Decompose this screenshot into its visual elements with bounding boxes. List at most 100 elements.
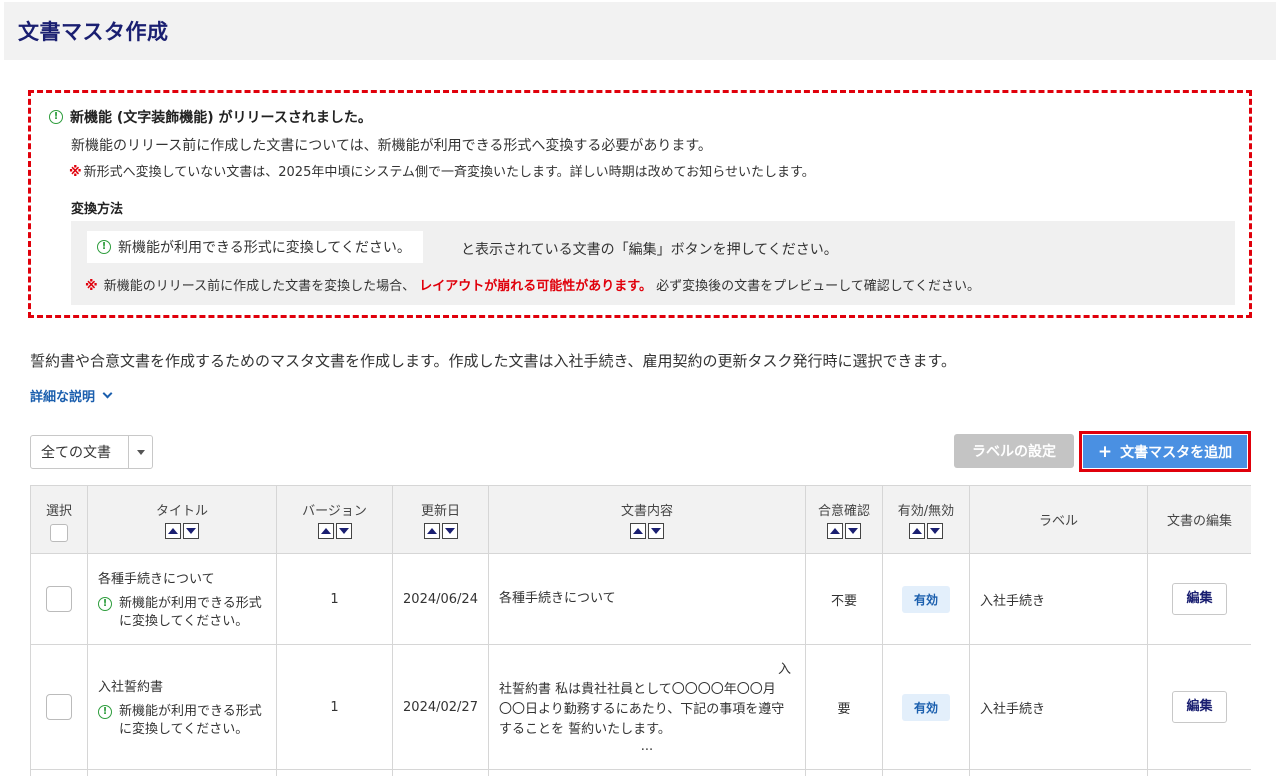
convert-note-line1: 新機能が利用できる形式 — [119, 703, 262, 719]
caution-text: ※ 新機能のリリース前に作成した文書を変換した場合、 レイアウトが崩れる可能性が… — [85, 275, 980, 294]
caret-up-icon — [168, 528, 178, 534]
table-row: 入社誓約書 ! 新機能が利用できる形式 に変換してください。 1 2024/02… — [30, 644, 1251, 770]
release-notice: ! 新機能 (文字装飾機能) がリリースされました。 新機能のリリース前に作成し… — [28, 90, 1252, 318]
convert-chip-text: 新機能が利用できる形式に変換してください。 — [118, 240, 411, 256]
sort-asc-button[interactable] — [827, 523, 843, 539]
caret-down-icon — [136, 449, 145, 455]
row-cell — [392, 769, 489, 776]
convert-note-text: 新機能が利用できる形式 に変換してください。 — [119, 595, 262, 631]
doc-title: 各種手続きについて — [98, 571, 215, 587]
caret-down-icon — [848, 528, 858, 534]
header-title: タイトル — [87, 485, 277, 554]
content-line: 入 — [777, 662, 791, 677]
notice-headline-row: ! 新機能 (文字装飾機能) がリリースされました。 — [49, 107, 372, 127]
content-cell: 各種手続きについて — [488, 553, 806, 645]
sort-desc-button[interactable] — [927, 523, 943, 539]
sort-controls — [489, 523, 805, 539]
caution-red: レイアウトが崩れる可能性があります。 — [419, 279, 652, 294]
add-master-label: 文書マスタを追加 — [1120, 444, 1233, 461]
sort-asc-button[interactable] — [909, 523, 925, 539]
header-content: 文書内容 — [488, 485, 806, 554]
sort-asc-button[interactable] — [423, 523, 440, 539]
header-updated: 更新日 — [392, 485, 489, 554]
row-cell — [87, 769, 277, 776]
sort-desc-button[interactable] — [183, 523, 199, 539]
caret-down-icon — [651, 528, 661, 534]
sort-desc-button[interactable] — [335, 523, 352, 539]
caret-up-icon — [426, 528, 437, 534]
info-circle-icon: ! — [98, 596, 112, 611]
caret-up-icon — [912, 528, 922, 534]
convert-note-line2: に変換してください。 — [119, 721, 249, 737]
header-version-label: バージョン — [302, 504, 367, 519]
detail-toggle-link[interactable]: 詳細な説明 — [30, 386, 113, 405]
add-master-highlight: + 文書マスタを追加 — [1079, 431, 1251, 472]
header-updated-label: 更新日 — [420, 504, 460, 519]
consent-cell: 要 — [805, 644, 883, 770]
table-row — [30, 769, 1251, 776]
sort-desc-button[interactable] — [648, 523, 664, 539]
plus-icon: + — [1097, 441, 1113, 462]
header-consent: 合意確認 — [805, 485, 883, 554]
doc-title: 入社誓約書 — [98, 679, 164, 695]
row-cell — [276, 769, 393, 776]
caret-up-icon — [830, 528, 840, 534]
page-title: 文書マスタ作成 — [18, 20, 169, 44]
content-ellipsis: ... — [640, 739, 654, 754]
sort-asc-button[interactable] — [165, 523, 181, 539]
caret-down-icon — [338, 528, 349, 534]
notice-line1: 新機能のリリース前に作成した文書については、新機能が利用できる形式へ変換する必要… — [71, 138, 712, 154]
dropdown-toggle[interactable] — [128, 436, 152, 468]
sort-asc-button[interactable] — [317, 523, 334, 539]
table-header-row: 選択 タイトル バージョン 更新日 文書内容 合意確認 有効/無効 ラベル 文書… — [30, 485, 1251, 554]
version-cell: 1 — [276, 553, 393, 645]
page-header: 文書マスタ作成 — [4, 2, 1276, 60]
version-cell: 1 — [276, 644, 393, 770]
header-status: 有効/無効 — [882, 485, 970, 554]
row-checkbox[interactable] — [46, 586, 72, 612]
edit-button[interactable]: 編集 — [1172, 583, 1227, 615]
edit-button[interactable]: 編集 — [1172, 691, 1227, 723]
content-line: 〇〇日より勤務するにあたり、下記の事項を遵守 — [499, 702, 785, 717]
header-edit: 文書の編集 — [1147, 485, 1251, 554]
sort-desc-button[interactable] — [845, 523, 861, 539]
sort-controls — [393, 523, 488, 539]
row-cell — [30, 769, 88, 776]
sort-controls — [806, 523, 882, 539]
method-text: と表示されている文書の「編集」ボタンを押してください。 — [461, 242, 838, 258]
notice-line2: ※ 新形式へ変換していない文書は、2025年中頃にシステム側で一斉変換いたします。… — [69, 161, 815, 180]
chevron-down-icon — [102, 388, 113, 399]
select-all-checkbox[interactable] — [50, 524, 68, 542]
sort-controls — [883, 523, 969, 539]
sort-desc-button[interactable] — [441, 523, 458, 539]
caret-down-icon — [444, 528, 455, 534]
status-badge: 有効 — [901, 585, 950, 613]
kome-mark: ※ — [69, 165, 82, 180]
header-version: バージョン — [276, 485, 393, 554]
caret-up-icon — [320, 528, 331, 534]
updated-cell: 2024/06/24 — [392, 553, 489, 645]
edit-cell: 編集 — [1147, 644, 1251, 770]
content-cell: 入 社誓約書 私は貴社社員として〇〇〇〇年〇〇月 〇〇日より勤務するにあたり、下… — [488, 644, 806, 770]
row-cell — [1147, 769, 1251, 776]
convert-note-line2: に変換してください。 — [119, 613, 249, 629]
sort-controls — [88, 523, 276, 539]
caret-down-icon — [186, 528, 196, 534]
sort-asc-button[interactable] — [630, 523, 646, 539]
row-cell — [882, 769, 970, 776]
page-description: 誓約書や合意文書を作成するためのマスタ文書を作成します。作成した文書は入社手続き… — [30, 352, 956, 370]
document-filter-select[interactable]: 全ての文書 — [30, 435, 153, 469]
header-status-label: 有効/無効 — [897, 504, 955, 519]
header-consent-label: 合意確認 — [817, 504, 870, 519]
detail-link-label: 詳細な説明 — [30, 390, 96, 405]
row-cell — [805, 769, 883, 776]
label-setting-button[interactable]: ラベルの設定 — [954, 434, 1074, 468]
convert-note: ! 新機能が利用できる形式 に変換してください。 — [98, 703, 268, 739]
add-master-button[interactable]: + 文書マスタを追加 — [1083, 435, 1247, 468]
row-checkbox[interactable] — [46, 694, 72, 720]
status-cell: 有効 — [882, 553, 970, 645]
info-circle-icon: ! — [97, 240, 111, 254]
row-select-cell — [30, 644, 88, 770]
status-cell: 有効 — [882, 644, 970, 770]
edit-cell: 編集 — [1147, 553, 1251, 645]
